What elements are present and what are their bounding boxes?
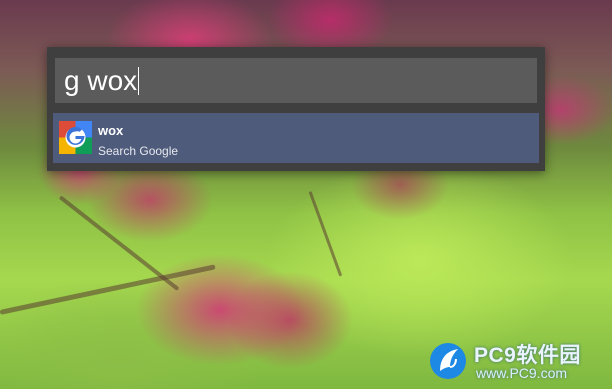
watermark-url: www.PC9.com	[476, 365, 568, 381]
background-branch	[0, 264, 216, 315]
google-icon	[59, 121, 92, 154]
background-branch	[308, 190, 343, 277]
text-caret	[138, 67, 140, 95]
wox-launcher-panel: g wox wox Search Google	[47, 47, 545, 171]
watermark: PC9软件园 www.PC9.com	[426, 339, 606, 385]
pc9-logo-icon	[430, 343, 466, 379]
result-item-selected[interactable]: wox Search Google	[53, 113, 539, 163]
result-title: wox	[98, 123, 124, 138]
query-input[interactable]: g wox	[55, 58, 537, 103]
query-text: g wox	[64, 65, 138, 96]
result-subtitle: Search Google	[98, 144, 179, 158]
